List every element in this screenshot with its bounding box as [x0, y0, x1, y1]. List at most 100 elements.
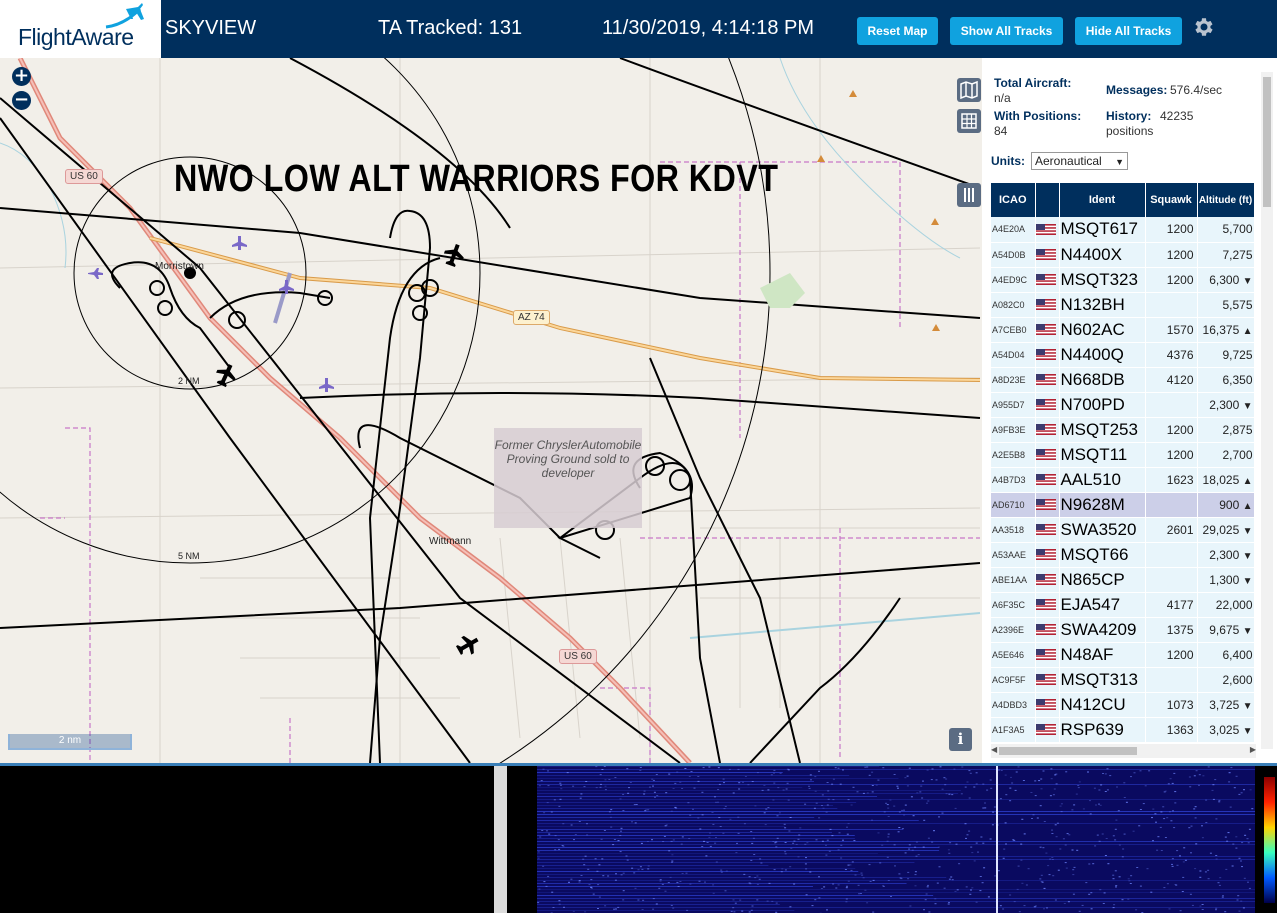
table-row[interactable]: A53AAE MSQT66 2,300 ▼: [991, 542, 1255, 568]
app-title: SKYVIEW: [165, 17, 257, 39]
zoom-out-button[interactable]: −: [12, 91, 31, 110]
gear-icon[interactable]: [1192, 15, 1216, 39]
column-header-flag[interactable]: [1035, 183, 1060, 217]
altitude-trend-icon: ▲: [1242, 475, 1253, 487]
scrollbar-thumb[interactable]: [1263, 77, 1271, 207]
table-row[interactable]: A54D0B N4400X 1200 7,275: [991, 242, 1255, 268]
cell-flag: [1035, 717, 1060, 743]
table-row[interactable]: A955D7 N700PD 2,300 ▼: [991, 392, 1255, 418]
with-positions-value: 84: [994, 124, 1008, 138]
messages-value: 576.4/sec: [1170, 83, 1223, 97]
cell-flag: [1035, 292, 1060, 318]
us-flag-icon: [1035, 298, 1056, 310]
table-row[interactable]: A2E5B8 MSQT11 1200 2,700: [991, 442, 1255, 468]
table-row[interactable]: A4E20A MSQT617 1200 5,700: [991, 217, 1255, 243]
vertical-scrollbar[interactable]: [1261, 72, 1273, 749]
altitude-value: 3,025: [1209, 722, 1240, 737]
table-row[interactable]: AA3518 SWA3520 2601 29,025 ▼: [991, 517, 1255, 543]
column-toggle-button[interactable]: [957, 183, 981, 207]
cell-flag: [1035, 617, 1060, 643]
us-flag-icon: [1035, 273, 1056, 285]
table-row[interactable]: A7CEB0 N602AC 1570 16,375 ▲: [991, 317, 1255, 343]
cell-icao: A2E5B8: [991, 442, 1036, 468]
altitude-trend-icon: ▼: [1242, 725, 1253, 737]
column-header-icao[interactable]: ICAO: [991, 183, 1036, 217]
cell-flag: [1035, 492, 1060, 518]
altitude-trend-icon: ▼: [1242, 525, 1253, 537]
cell-flag: [1035, 567, 1060, 593]
us-flag-icon: [1035, 648, 1056, 660]
us-flag-icon: [1035, 323, 1056, 335]
cell-icao: A4ED9C: [991, 267, 1036, 293]
table-row[interactable]: A1F3A5 RSP639 1363 3,025 ▼: [991, 717, 1255, 743]
map-layers-button[interactable]: [957, 78, 981, 102]
cell-altitude: 29,025 ▼: [1197, 517, 1255, 543]
cell-flag: [1035, 342, 1060, 368]
cell-icao: AA3518: [991, 517, 1036, 543]
cell-flag: [1035, 467, 1060, 493]
cell-icao: A8D23E: [991, 367, 1036, 393]
table-row[interactable]: A9FB3E MSQT253 1200 2,875: [991, 417, 1255, 443]
table-row[interactable]: A2396E SWA4209 1375 9,675 ▼: [991, 617, 1255, 643]
cell-ident: MSQT323: [1059, 267, 1146, 293]
us-flag-icon: [1035, 423, 1056, 435]
column-header-squawk[interactable]: Squawk: [1145, 183, 1198, 217]
cell-squawk: [1145, 667, 1198, 693]
cell-icao: A4E20A: [991, 217, 1036, 243]
table-row[interactable]: AD6710 N9628M 900 ▲: [991, 492, 1255, 518]
cell-altitude: 2,700: [1197, 442, 1255, 468]
units-select[interactable]: Aeronautical: [1031, 152, 1128, 170]
map-view[interactable]: Former ChryslerAutomobile Proving Ground…: [0, 58, 982, 763]
cell-altitude: 2,600: [1197, 667, 1255, 693]
cell-ident: MSQT11: [1059, 442, 1146, 468]
aircraft-table-container[interactable]: ICAO Ident Squawk Altitude (ft) A4E20A MS…: [991, 183, 1256, 743]
table-row[interactable]: A54D04 N4400Q 4376 9,725: [991, 342, 1255, 368]
table-row[interactable]: A4DBD3 N412CU 1073 3,725 ▼: [991, 692, 1255, 718]
table-row[interactable]: A082C0 N132BH 5,575: [991, 292, 1255, 318]
scroll-right-arrow-icon[interactable]: ▶: [1250, 745, 1256, 754]
map-overlay-title: NWO LOW ALT WARRIORS FOR KDVT: [174, 158, 779, 200]
show-all-tracks-button[interactable]: Show All Tracks: [950, 17, 1063, 45]
cell-flag: [1035, 592, 1060, 618]
cell-ident: N412CU: [1059, 692, 1146, 718]
cell-altitude: 22,000: [1197, 592, 1255, 618]
altitude-value: 5,700: [1222, 222, 1253, 237]
us-flag-icon: [1035, 498, 1056, 510]
info-button[interactable]: i: [949, 728, 972, 751]
scroll-left-arrow-icon[interactable]: ◀: [991, 745, 997, 754]
cell-squawk: [1145, 392, 1198, 418]
horizontal-scrollbar[interactable]: ◀ ▶: [991, 744, 1256, 758]
table-row[interactable]: AC9F5F MSQT313 2,600: [991, 667, 1255, 693]
column-header-ident[interactable]: Ident: [1059, 183, 1146, 217]
columns-icon: [964, 188, 974, 202]
reset-map-button[interactable]: Reset Map: [857, 17, 938, 45]
cell-ident: MSQT617: [1059, 217, 1146, 243]
grid-toggle-button[interactable]: [957, 109, 981, 133]
table-row[interactable]: A5E646 N48AF 1200 6,400: [991, 642, 1255, 668]
flightaware-logo[interactable]: FlightAware: [0, 0, 161, 58]
cell-altitude: 2,300 ▼: [1197, 542, 1255, 568]
cell-icao: A082C0: [991, 292, 1036, 318]
table-row[interactable]: A4ED9C MSQT323 1200 6,300 ▼: [991, 267, 1255, 293]
cell-squawk: 1623: [1145, 467, 1198, 493]
cell-altitude: 6,400: [1197, 642, 1255, 668]
column-header-altitude[interactable]: Altitude (ft): [1197, 183, 1255, 217]
zoom-in-button[interactable]: +: [12, 67, 31, 86]
cell-altitude: 9,675 ▼: [1197, 617, 1255, 643]
altitude-value: 900: [1219, 497, 1240, 512]
cell-flag: [1035, 542, 1060, 568]
hide-all-tracks-button[interactable]: Hide All Tracks: [1075, 17, 1182, 45]
table-row[interactable]: A4B7D3 AAL510 1623 18,025 ▲: [991, 467, 1255, 493]
panel-splitter[interactable]: [494, 766, 507, 913]
range-ring-label-2nm: 2 NM: [178, 376, 200, 386]
table-row[interactable]: A6F35C EJA547 4177 22,000: [991, 592, 1255, 618]
cell-ident: MSQT66: [1059, 542, 1146, 568]
cell-altitude: 6,300 ▼: [1197, 267, 1255, 293]
altitude-trend-icon: ▼: [1242, 550, 1253, 562]
altitude-value: 2,300: [1209, 547, 1240, 562]
altitude-trend-icon: ▼: [1242, 400, 1253, 412]
scrollbar-thumb[interactable]: [999, 747, 1137, 755]
table-row[interactable]: A8D23E N668DB 4120 6,350: [991, 367, 1255, 393]
aircraft-table: ICAO Ident Squawk Altitude (ft) A4E20A MS…: [991, 183, 1255, 743]
table-row[interactable]: ABE1AA N865CP 1,300 ▼: [991, 567, 1255, 593]
